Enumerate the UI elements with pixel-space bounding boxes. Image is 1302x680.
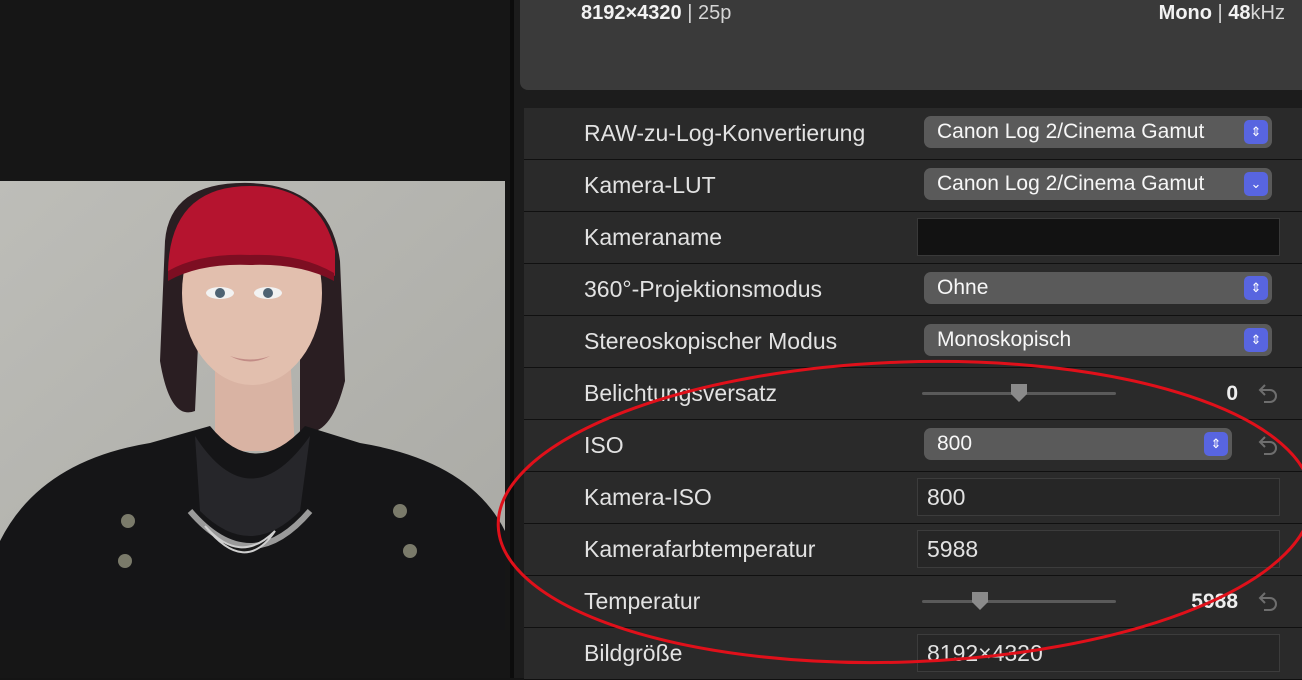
popup-value: Ohne — [937, 276, 989, 299]
info-separator: | — [681, 2, 698, 24]
property-row-temperature: Temperatur 5988 — [524, 576, 1302, 628]
video-frame-thumbnail — [0, 181, 505, 630]
chevron-updown-icon: ⇕ — [1204, 432, 1228, 456]
audio-channels-value: Mono — [1158, 2, 1212, 24]
popup-value: Monoskopisch — [937, 328, 1072, 351]
chevron-updown-icon: ⇕ — [1244, 328, 1268, 352]
property-row-camera-color-temp: Kamerafarbtemperatur 5988 — [524, 524, 1302, 576]
slider-knob[interactable] — [970, 591, 990, 611]
exposure-offset-slider[interactable] — [922, 384, 1116, 402]
property-row-projection-mode: 360°-Projektionsmodus Ohne ⇕ — [524, 264, 1302, 316]
property-row-camera-iso: Kamera-ISO 800 — [524, 472, 1302, 524]
chevron-down-icon: ⌄ — [1244, 172, 1268, 196]
raw-to-log-popup[interactable]: Canon Log 2/Cinema Gamut ⇕ — [924, 116, 1272, 148]
popup-value: Canon Log 2/Cinema Gamut — [937, 120, 1205, 143]
property-label: Stereoskopischer Modus — [584, 328, 838, 354]
iso-popup[interactable]: 800 ⇕ — [924, 428, 1232, 460]
reset-icon[interactable] — [1254, 588, 1280, 614]
popup-value: 800 — [937, 432, 973, 455]
portrait-image — [0, 181, 505, 630]
info-separator: | — [1211, 2, 1229, 24]
popup-value: Canon Log 2/Cinema Gamut — [937, 172, 1205, 195]
property-label: Temperatur — [584, 588, 701, 614]
projection-mode-popup[interactable]: Ohne ⇕ — [924, 272, 1272, 304]
chevron-updown-icon: ⇕ — [1244, 120, 1268, 144]
property-label: Kamerafarbtemperatur — [584, 536, 816, 562]
image-size-field: 8192×4320 — [917, 634, 1280, 672]
property-row-exposure-offset: Belichtungsversatz 0 — [524, 368, 1302, 420]
property-label: Kamera-ISO — [584, 484, 712, 510]
camera-color-temp-field: 5988 — [917, 530, 1280, 568]
frame-rate-value: 25p — [697, 2, 732, 24]
video-format-info: 8192×4320 | 25p — [581, 2, 731, 25]
property-label: ISO — [584, 432, 624, 458]
property-row-camera-lut: Kamera-LUT Canon Log 2/Cinema Gamut ⌄ — [524, 160, 1302, 212]
camera-iso-field: 800 — [917, 478, 1280, 516]
exposure-offset-value[interactable]: 0 — [1226, 368, 1238, 419]
temperature-slider[interactable] — [922, 592, 1116, 610]
property-label: Bildgröße — [584, 640, 683, 666]
temperature-value[interactable]: 5988 — [1191, 576, 1238, 627]
camera-name-field[interactable] — [917, 218, 1280, 256]
inspector-panel: 8192×4320 | 25p Mono | 48kHz RAW-zu-Log-… — [514, 0, 1302, 680]
stereoscopic-mode-popup[interactable]: Monoskopisch ⇕ — [924, 324, 1272, 356]
property-row-image-size: Bildgröße 8192×4320 — [524, 628, 1302, 680]
property-row-camera-name: Kameraname — [524, 212, 1302, 264]
resolution-value: 8192×4320 — [581, 2, 682, 24]
slider-knob[interactable] — [1009, 383, 1029, 403]
property-label: RAW-zu-Log-Konvertierung — [584, 120, 866, 146]
property-label: 360°-Projektionsmodus — [584, 276, 823, 302]
camera-lut-popup[interactable]: Canon Log 2/Cinema Gamut ⌄ — [924, 168, 1272, 200]
property-row-iso: ISO 800 ⇕ — [524, 420, 1302, 472]
viewer-area — [0, 0, 510, 678]
clip-info-row: 8192×4320 | 25p Mono | 48kHz — [581, 0, 1285, 27]
property-label: Belichtungsversatz — [584, 380, 778, 406]
property-label: Kameraname — [584, 224, 723, 250]
chevron-updown-icon: ⇕ — [1244, 276, 1268, 300]
properties-list: RAW-zu-Log-Konvertierung Canon Log 2/Cin… — [524, 108, 1302, 680]
audio-format-info: Mono | 48kHz — [1159, 2, 1285, 25]
property-row-raw-to-log: RAW-zu-Log-Konvertierung Canon Log 2/Cin… — [524, 108, 1302, 160]
property-row-stereoscopic-mode: Stereoskopischer Modus Monoskopisch ⇕ — [524, 316, 1302, 368]
property-label: Kamera-LUT — [584, 172, 716, 198]
sample-rate-unit: kHz — [1250, 2, 1285, 24]
reset-icon[interactable] — [1254, 432, 1280, 458]
reset-icon[interactable] — [1254, 380, 1280, 406]
sample-rate-value: 48 — [1228, 2, 1251, 24]
